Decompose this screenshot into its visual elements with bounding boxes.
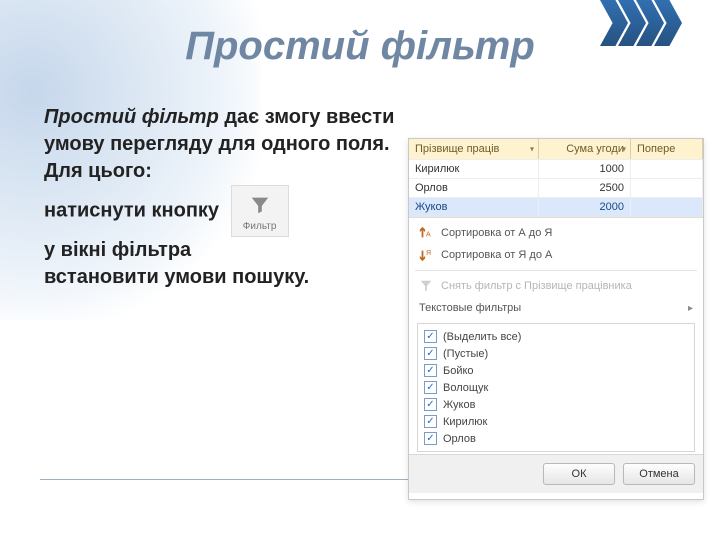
column-header-prev-label: Попере [637,143,675,155]
data-table: Прізвище праців ▾ Сума угоди ▾ Попере Ки… [409,139,703,217]
filter-value-item[interactable]: ✓ Бойко [422,362,690,379]
text-filters-submenu[interactable]: Текстовые фильтры ▸ [409,297,703,319]
clear-filter-label: Снять фильтр с Прізвище працівника [441,280,632,292]
table-header-row: Прізвище праців ▾ Сума угоди ▾ Попере [409,139,703,159]
lead-text: Простий фільтр [44,106,219,128]
sort-asc-icon: А [419,226,433,240]
filter-value-label: Волощук [443,382,488,394]
filter-value-label: Бойко [443,365,474,377]
sort-desc-item[interactable]: Я Сортировка от Я до А [409,244,703,266]
cell-name: Орлов [409,178,539,197]
svg-text:Я: Я [426,250,431,257]
cell-prev [631,178,703,197]
cell-prev [631,159,703,178]
filter-button-caption: Фильтр [232,220,288,234]
chevron-right-icon: ▸ [688,303,693,314]
dropdown-icon[interactable]: ▾ [622,145,626,154]
filter-value-item[interactable]: ✓ Жуков [422,396,690,413]
clear-filter-icon [419,279,433,293]
cell-sum: 2500 [539,178,631,197]
table-row[interactable]: Орлов 2500 [409,178,703,197]
checkbox-icon[interactable]: ✓ [424,415,437,428]
filter-button[interactable]: Фильтр [231,185,289,237]
filter-value-item[interactable]: ✓ Кирилюк [422,413,690,430]
menu-separator [415,270,697,271]
checkbox-icon[interactable]: ✓ [424,381,437,394]
cell-sum: 2000 [539,197,631,216]
filter-value-item[interactable]: ✓ (Выделить все) [422,328,690,345]
checkbox-icon[interactable]: ✓ [424,330,437,343]
body-text-3: у вікні фільтра [44,239,191,261]
filter-value-item[interactable]: ✓ Волощук [422,379,690,396]
filter-value-label: Орлов [443,433,476,445]
column-header-sum-label: Сума угоди [566,143,624,155]
sort-desc-icon: Я [419,248,433,262]
cell-name: Жуков [409,197,539,216]
body-text-2a: Для цього: [44,160,152,182]
table-row[interactable]: Жуков 2000 [409,197,703,216]
sort-asc-label: Сортировка от А до Я [441,227,552,239]
svg-text:А: А [426,232,431,239]
filter-value-item[interactable]: ✓ Орлов [422,430,690,447]
sort-asc-item[interactable]: А Сортировка от А до Я [409,222,703,244]
filter-value-item[interactable]: ✓ (Пустые) [422,345,690,362]
column-header-sum[interactable]: Сума угоди ▾ [539,139,631,159]
checkbox-icon[interactable]: ✓ [424,364,437,377]
funnel-icon [249,194,271,216]
table-row[interactable]: Кирилюк 1000 [409,159,703,178]
body-text-4: встановити умови пошуку. [44,266,309,288]
filter-value-label: (Пустые) [443,348,488,360]
sort-desc-label: Сортировка от Я до А [441,249,552,261]
text-filters-label: Текстовые фильтры [419,302,521,314]
dialog-buttons: ОК Отмена [409,454,703,493]
cancel-button[interactable]: Отмена [623,463,695,485]
cell-prev [631,197,703,216]
cell-name: Кирилюк [409,159,539,178]
clear-filter-item: Снять фильтр с Прізвище працівника [409,275,703,297]
dropdown-icon[interactable]: ▾ [530,145,534,154]
cell-sum: 1000 [539,159,631,178]
filter-values-list: ✓ (Выделить все) ✓ (Пустые) ✓ Бойко ✓ Волощу… [417,323,695,452]
checkbox-icon[interactable]: ✓ [424,398,437,411]
divider [40,479,420,480]
slide-title: Простий фільтр [0,24,720,69]
filter-value-label: Кирилюк [443,416,487,428]
column-header-prev[interactable]: Попере [631,139,703,159]
filter-dropdown-panel: А Сортировка от А до Я Я Сортировка от Я… [409,217,703,499]
checkbox-icon[interactable]: ✓ [424,432,437,445]
filter-value-label: (Выделить все) [443,331,521,343]
body-text-2b: натиснути кнопку [44,199,219,221]
filter-dropdown-screenshot: Прізвище праців ▾ Сума угоди ▾ Попере Ки… [408,138,704,500]
ok-button[interactable]: ОК [543,463,615,485]
checkbox-icon[interactable]: ✓ [424,347,437,360]
column-header-name-label: Прізвище праців [415,143,499,155]
column-header-name[interactable]: Прізвище праців ▾ [409,139,539,159]
filter-value-label: Жуков [443,399,475,411]
slide-body: Простий фільтр дає змогу ввести умову пе… [44,104,444,291]
